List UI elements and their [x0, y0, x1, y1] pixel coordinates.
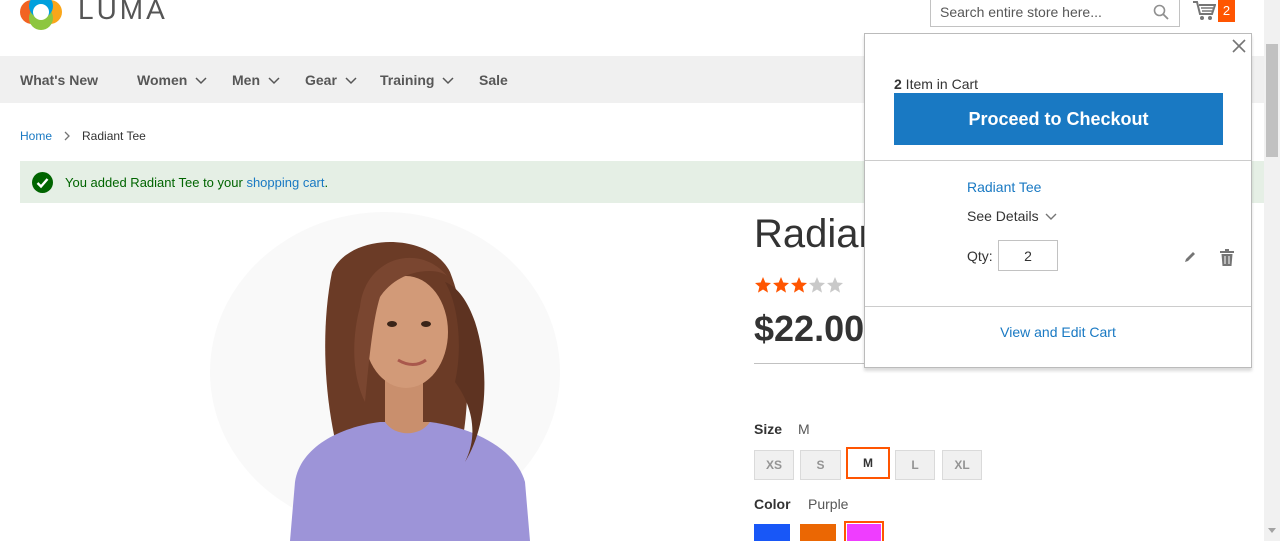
chevron-down-icon [442, 77, 454, 85]
chevron-down-icon [1045, 213, 1057, 220]
qty-input[interactable] [998, 240, 1058, 271]
size-selected-value: M [798, 421, 810, 437]
nav-item-label: Gear [305, 72, 337, 88]
chevron-down-icon [268, 77, 280, 85]
close-icon[interactable] [1231, 38, 1247, 54]
message-suffix: . [324, 174, 329, 190]
divider [865, 306, 1251, 307]
page-scrollbar[interactable] [1264, 0, 1280, 541]
chevron-right-icon [64, 131, 70, 141]
star-empty [827, 277, 843, 293]
color-swatch-blue[interactable] [754, 524, 790, 541]
view-and-edit-cart-link[interactable]: View and Edit Cart [865, 324, 1251, 340]
star-empty [809, 277, 825, 293]
chevron-down-icon [345, 77, 357, 85]
items-in-cart-text: 2 Item in Cart [894, 76, 978, 92]
rating-stars[interactable] [754, 276, 844, 294]
checkmark-icon [32, 171, 53, 193]
nav-item-label: Training [380, 72, 435, 88]
qty-label: Qty: [967, 248, 993, 264]
color-swatch-orange[interactable] [800, 524, 836, 541]
message-text: You added Radiant Tee to your shopping c… [65, 175, 328, 190]
scrollbar-thumb[interactable] [1266, 44, 1278, 157]
divider [865, 160, 1251, 161]
nav-item-label: Women [137, 72, 188, 88]
nav-item-label: Men [232, 72, 260, 88]
product-price: $22.00 [754, 308, 865, 349]
nav-item-men[interactable]: Men [232, 72, 280, 88]
proceed-to-checkout-button[interactable]: Proceed to Checkout [894, 93, 1223, 145]
cart-count-badge: 2 [1218, 0, 1235, 22]
see-details-toggle[interactable]: See Details [967, 208, 1057, 224]
product-photo [210, 212, 560, 541]
nav-item-label: What's New [20, 72, 99, 88]
luma-logo[interactable]: LUMA [20, 0, 168, 30]
edit-pencil-icon[interactable] [1183, 250, 1197, 264]
star-filled [755, 277, 771, 293]
minicart-dropdown: 2 Item in Cart Proceed to Checkout Radia… [864, 33, 1252, 368]
chevron-down-icon [195, 77, 207, 85]
search-box [930, 0, 1180, 27]
size-swatch-l[interactable]: L [895, 450, 935, 480]
nav-item-gear[interactable]: Gear [305, 72, 357, 88]
star-filled [773, 277, 789, 293]
nav-item-label: Sale [479, 72, 508, 88]
search-input[interactable] [931, 0, 1141, 26]
size-swatch-m[interactable]: M [846, 447, 890, 479]
size-swatch-xs[interactable]: XS [754, 450, 794, 480]
shopping-cart-link[interactable]: shopping cart [246, 175, 324, 190]
star-filled [791, 277, 807, 293]
scroll-down-arrow-icon[interactable] [1268, 528, 1276, 533]
shopping-cart-icon [1193, 0, 1216, 20]
nav-item-sale[interactable]: Sale [479, 72, 508, 88]
divider [754, 363, 864, 364]
items-count: 2 [894, 76, 902, 92]
cart-item-name-link[interactable]: Radiant Tee [967, 179, 1041, 195]
message-prefix: You added Radiant Tee to your [65, 174, 247, 190]
product-image[interactable] [20, 212, 710, 541]
breadcrumb: Home Radiant Tee [20, 129, 146, 143]
star-rating-icon [755, 277, 843, 293]
nav-item-women[interactable]: Women [137, 72, 207, 88]
luma-logo-icon [20, 0, 62, 30]
trash-icon[interactable] [1220, 249, 1234, 266]
color-selected-value: Purple [808, 496, 849, 512]
minicart-trigger[interactable]: 2 [1192, 0, 1244, 24]
search-icon[interactable] [1153, 4, 1169, 20]
color-label: Color [754, 496, 791, 512]
size-swatch-s[interactable]: S [800, 450, 841, 480]
size-swatch-xl[interactable]: XL [942, 450, 982, 480]
color-swatch-purple[interactable] [844, 521, 884, 541]
size-label: Size [754, 421, 783, 437]
breadcrumb-home-link[interactable]: Home [20, 129, 52, 143]
logo-text: LUMA [78, 0, 168, 25]
nav-item-training[interactable]: Training [380, 72, 454, 88]
see-details-label: See Details [967, 208, 1039, 224]
nav-item-whats-new[interactable]: What's New [20, 72, 98, 88]
items-count-suffix: Item in Cart [901, 76, 979, 92]
breadcrumb-current: Radiant Tee [82, 129, 146, 143]
